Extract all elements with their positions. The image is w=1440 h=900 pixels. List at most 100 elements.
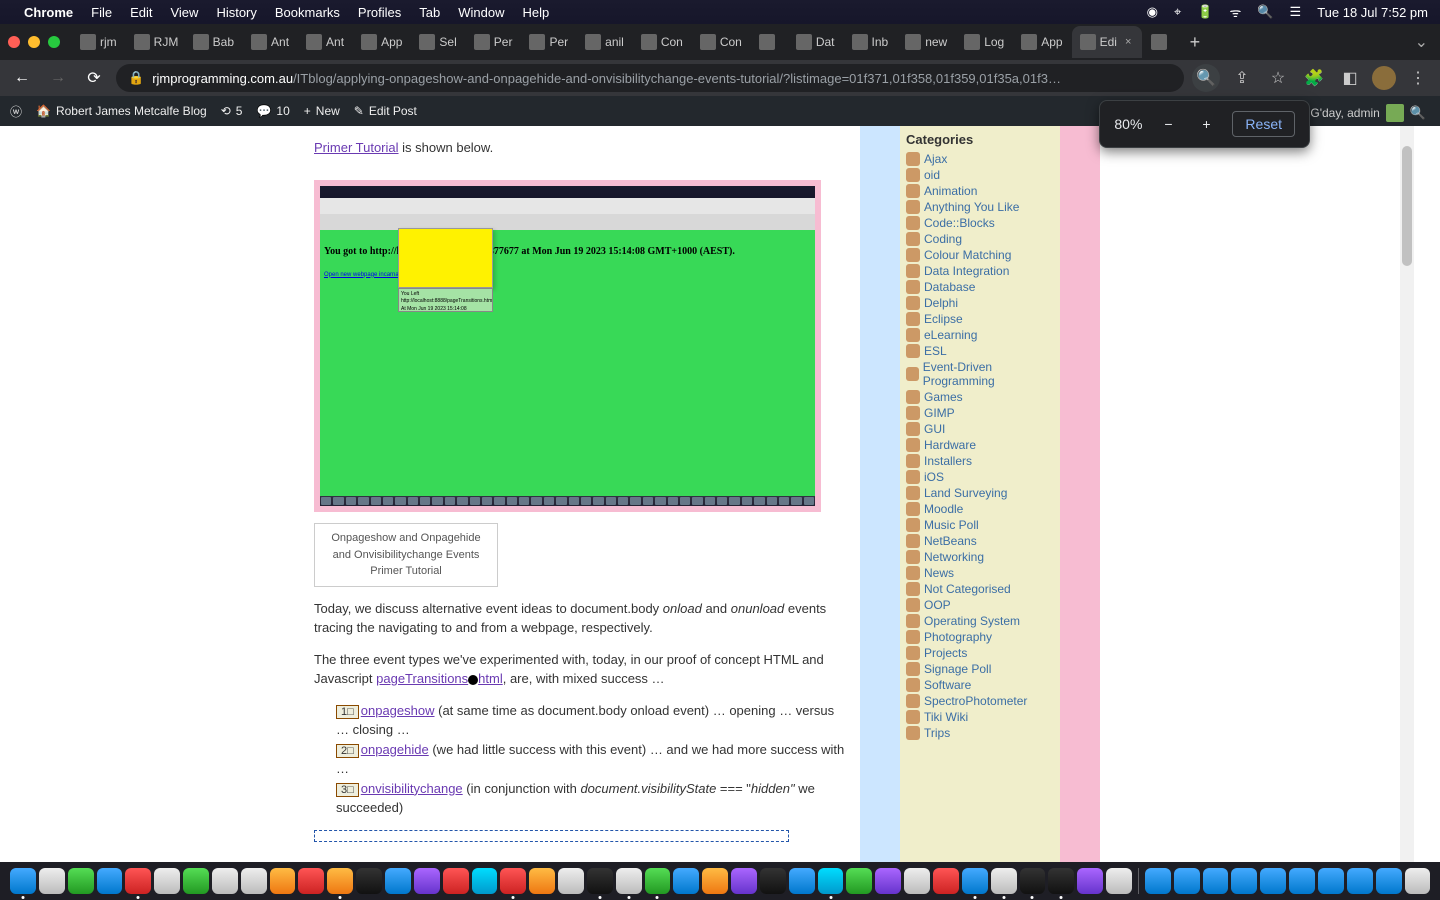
dock-app11[interactable] <box>731 868 757 894</box>
dock-folder8[interactable] <box>1347 868 1373 894</box>
browser-tab[interactable]: Ant <box>243 26 297 58</box>
browser-tab[interactable]: Inb <box>844 26 897 58</box>
category-link[interactable]: OOP <box>906 597 1054 613</box>
onpageshow-link[interactable]: onpageshow <box>361 703 435 718</box>
category-link[interactable]: Eclipse <box>906 311 1054 327</box>
dock-app5[interactable] <box>558 868 584 894</box>
dock-app14[interactable] <box>818 868 844 894</box>
category-link[interactable]: GIMP <box>906 405 1054 421</box>
dock-trash[interactable] <box>1405 868 1431 894</box>
dock-appstore[interactable] <box>385 868 411 894</box>
dock-app8[interactable] <box>645 868 671 894</box>
dock-notes[interactable] <box>270 868 296 894</box>
wifi-icon[interactable]: ᯤ <box>1229 3 1241 21</box>
category-link[interactable]: SpectroPhotometer <box>906 693 1054 709</box>
category-link[interactable]: GUI <box>906 421 1054 437</box>
wp-revisions[interactable]: ⟲ 5 <box>221 104 243 118</box>
category-link[interactable]: Networking <box>906 549 1054 565</box>
share-button[interactable]: ⇪ <box>1228 64 1256 92</box>
dock-folder7[interactable] <box>1318 868 1344 894</box>
dock-folder2[interactable] <box>1174 868 1200 894</box>
wp-new[interactable]: + New <box>304 104 340 118</box>
dock-app3[interactable] <box>472 868 498 894</box>
dock-app16[interactable] <box>904 868 930 894</box>
browser-tab[interactable]: Sel <box>411 26 464 58</box>
wp-site-link[interactable]: 🏠 Robert James Metcalfe Blog <box>36 104 207 118</box>
menu-history[interactable]: History <box>216 5 256 20</box>
category-link[interactable]: Colour Matching <box>906 247 1054 263</box>
tab-search-button[interactable]: ⌄ <box>1403 32 1440 52</box>
browser-tab[interactable]: Ant <box>298 26 352 58</box>
dock-news[interactable] <box>298 868 324 894</box>
screen-record-icon[interactable]: ◉ <box>1147 4 1158 20</box>
new-tab-button[interactable]: + <box>1180 32 1211 53</box>
category-link[interactable]: oid <box>906 167 1054 183</box>
category-link[interactable]: Operating System <box>906 613 1054 629</box>
onpagehide-link[interactable]: onpagehide <box>361 742 429 757</box>
dock-app17[interactable] <box>933 868 959 894</box>
dock-app10[interactable] <box>702 868 728 894</box>
sidepanel-button[interactable]: ◧ <box>1336 64 1364 92</box>
close-tab-icon[interactable]: × <box>1123 36 1134 48</box>
browser-tab[interactable]: Per <box>521 26 576 58</box>
extensions-button[interactable]: 🧩 <box>1300 64 1328 92</box>
category-link[interactable]: Music Poll <box>906 517 1054 533</box>
category-link[interactable]: Database <box>906 279 1054 295</box>
category-link[interactable]: Tiki Wiki <box>906 709 1054 725</box>
bluetooth-icon[interactable]: ⌖ <box>1174 4 1181 20</box>
category-link[interactable]: Data Integration <box>906 263 1054 279</box>
dock-settings[interactable] <box>1106 868 1132 894</box>
profile-avatar[interactable] <box>1372 66 1396 90</box>
browser-tab[interactable] <box>1143 26 1179 58</box>
browser-tab[interactable]: new <box>897 26 955 58</box>
active-app-name[interactable]: Chrome <box>24 5 73 20</box>
wp-admin-greeting[interactable]: G'day, admin 🔍 <box>1302 100 1434 126</box>
zoom-indicator-button[interactable]: 🔍 <box>1192 64 1220 92</box>
menu-file[interactable]: File <box>91 5 112 20</box>
browser-tab[interactable] <box>751 26 787 58</box>
browser-tab[interactable]: RJM <box>126 26 184 58</box>
category-link[interactable]: Delphi <box>906 295 1054 311</box>
browser-tab[interactable]: anil <box>577 26 632 58</box>
browser-tab[interactable]: rjm <box>72 26 125 58</box>
dock-reminders[interactable] <box>212 868 238 894</box>
menu-view[interactable]: View <box>170 5 198 20</box>
dock-app4[interactable] <box>529 868 555 894</box>
dock-terminal[interactable] <box>1048 868 1074 894</box>
category-link[interactable]: ESL <box>906 343 1054 359</box>
screenshot-figure[interactable]: You got to http://lo itions.html?rand=88… <box>314 180 821 512</box>
dock-folder4[interactable] <box>1231 868 1257 894</box>
wp-search-icon[interactable]: 🔍 <box>1410 105 1426 121</box>
browser-tab[interactable]: Bab <box>185 26 242 58</box>
scrollbar-thumb[interactable] <box>1402 146 1412 266</box>
dock-safari[interactable] <box>991 868 1017 894</box>
browser-tab[interactable]: Edi× <box>1072 26 1142 58</box>
primer-link[interactable]: Primer Tutorial <box>314 140 399 155</box>
dock-folder3[interactable] <box>1203 868 1229 894</box>
dock-app7[interactable] <box>616 868 642 894</box>
back-button[interactable]: ← <box>8 64 36 92</box>
browser-tab[interactable]: App <box>353 26 410 58</box>
dock-app9[interactable] <box>673 868 699 894</box>
dock-folder1[interactable] <box>1145 868 1171 894</box>
menu-bookmarks[interactable]: Bookmarks <box>275 5 340 20</box>
category-link[interactable]: Trips <box>906 725 1054 741</box>
clock[interactable]: Tue 18 Jul 7:52 pm <box>1317 5 1428 20</box>
dock-app15[interactable] <box>846 868 872 894</box>
category-link[interactable]: Signage Poll <box>906 661 1054 677</box>
browser-tab[interactable]: Per <box>466 26 521 58</box>
category-link[interactable]: Anything You Like <box>906 199 1054 215</box>
menu-help[interactable]: Help <box>523 5 550 20</box>
category-link[interactable]: Moodle <box>906 501 1054 517</box>
dock-finder[interactable] <box>10 868 36 894</box>
dock-music[interactable] <box>443 868 469 894</box>
minimize-window-button[interactable] <box>28 36 40 48</box>
dock-podcasts[interactable] <box>875 868 901 894</box>
browser-tab[interactable]: App <box>1013 26 1070 58</box>
wp-comments[interactable]: 💬 10 <box>256 104 289 118</box>
dock-app6[interactable] <box>587 868 613 894</box>
browser-tab[interactable]: Log <box>956 26 1012 58</box>
dock-downloads[interactable] <box>1376 868 1402 894</box>
category-link[interactable]: Ajax <box>906 151 1054 167</box>
dock-calendar[interactable] <box>241 868 267 894</box>
